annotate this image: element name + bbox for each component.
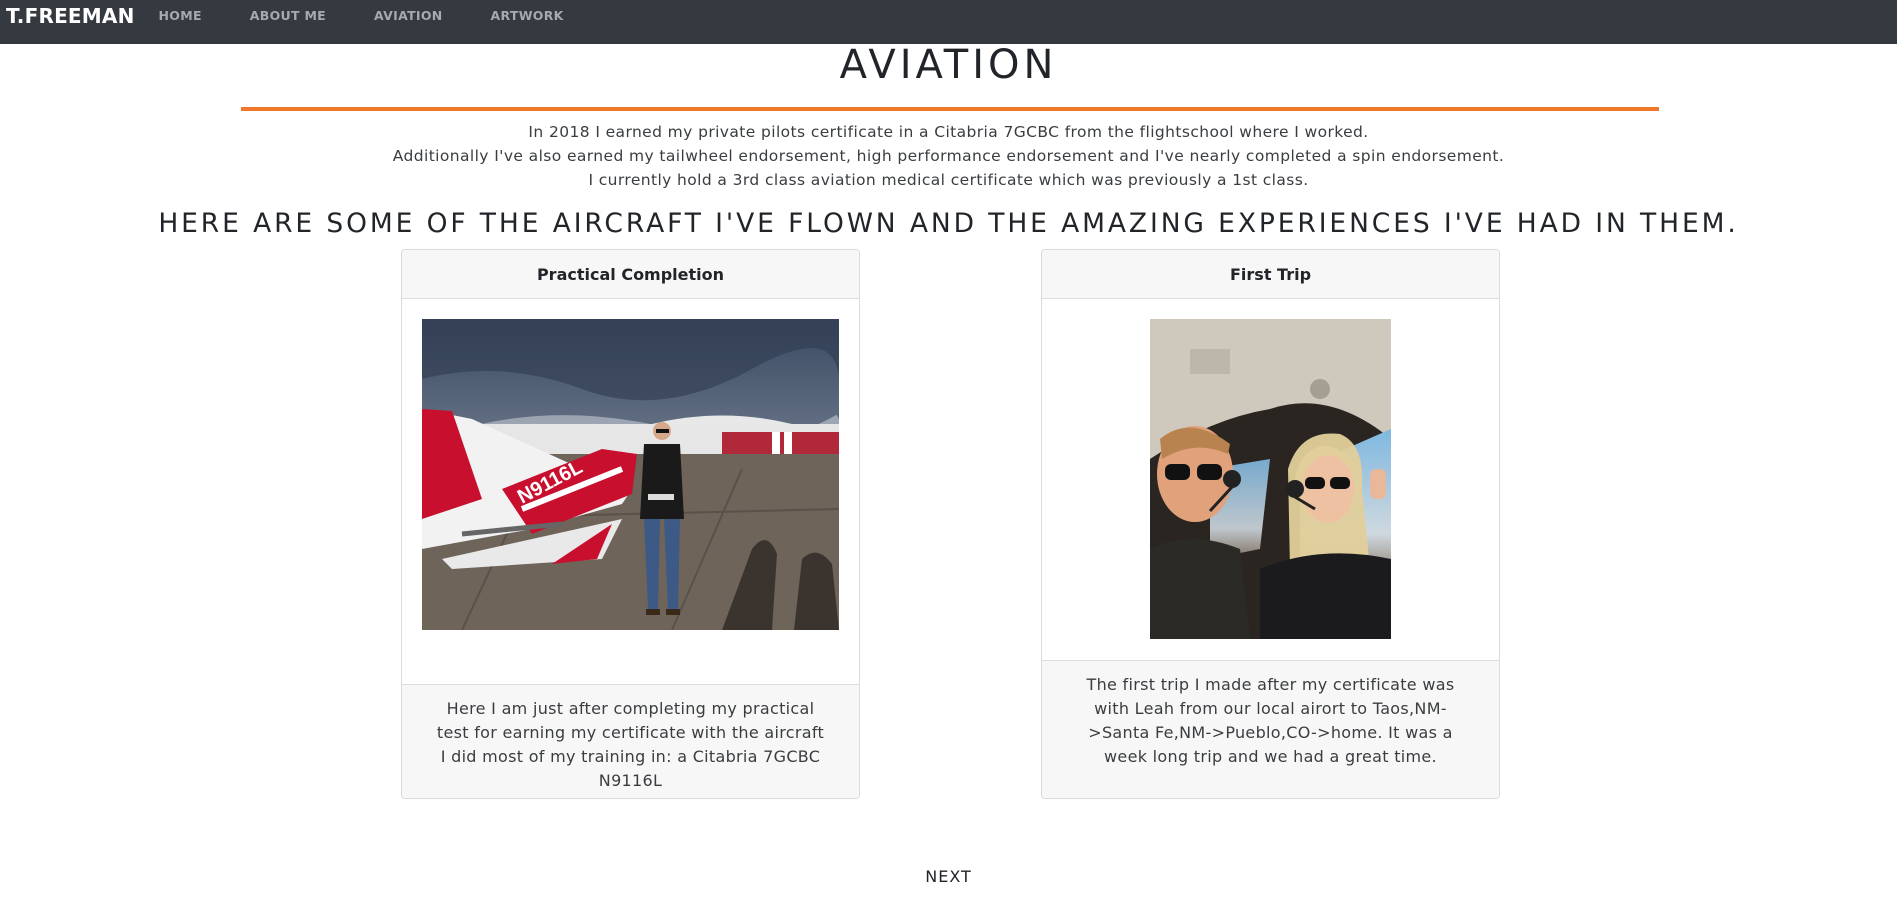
- card-title: First Trip: [1042, 250, 1499, 299]
- card-first-trip: First Trip The first trip I made after m…: [1041, 249, 1500, 799]
- nav-link-artwork[interactable]: ARTWORK: [491, 8, 564, 23]
- airplane-photo: N9116L: [422, 319, 839, 630]
- page-title: AVIATION: [839, 42, 1058, 88]
- nav-link-home[interactable]: HOME: [159, 8, 202, 23]
- nav-link-about-me[interactable]: ABOUT ME: [250, 8, 326, 23]
- section-heading: HERE ARE SOME OF THE AIRCRAFT I'VE FLOWN…: [158, 208, 1739, 239]
- intro-text: In 2018 I earned my private pilots certi…: [0, 120, 1897, 192]
- card-caption: Here I am just after completing my pract…: [402, 684, 859, 798]
- nav-link-aviation[interactable]: AVIATION: [374, 8, 443, 23]
- intro-line: Additionally I've also earned my tailwhe…: [392, 147, 1505, 165]
- nav-links: HOME ABOUT ME AVIATION ARTWORK: [159, 8, 612, 23]
- card-practical-completion: Practical Completion N9116L Here I am ju…: [401, 249, 860, 799]
- brand-logo[interactable]: T.FREEMAN: [6, 4, 135, 28]
- navbar: T.FREEMAN HOME ABOUT ME AVIATION ARTWORK: [0, 0, 1897, 44]
- intro-line: In 2018 I earned my private pilots certi…: [528, 123, 1369, 141]
- next-link[interactable]: NEXT: [0, 867, 1897, 886]
- card-title: Practical Completion: [402, 250, 859, 299]
- card-caption: The first trip I made after my certifica…: [1042, 660, 1499, 798]
- intro-line: I currently hold a 3rd class aviation me…: [588, 171, 1309, 189]
- cockpit-selfie-photo: [1150, 319, 1391, 639]
- title-divider: [241, 107, 1659, 111]
